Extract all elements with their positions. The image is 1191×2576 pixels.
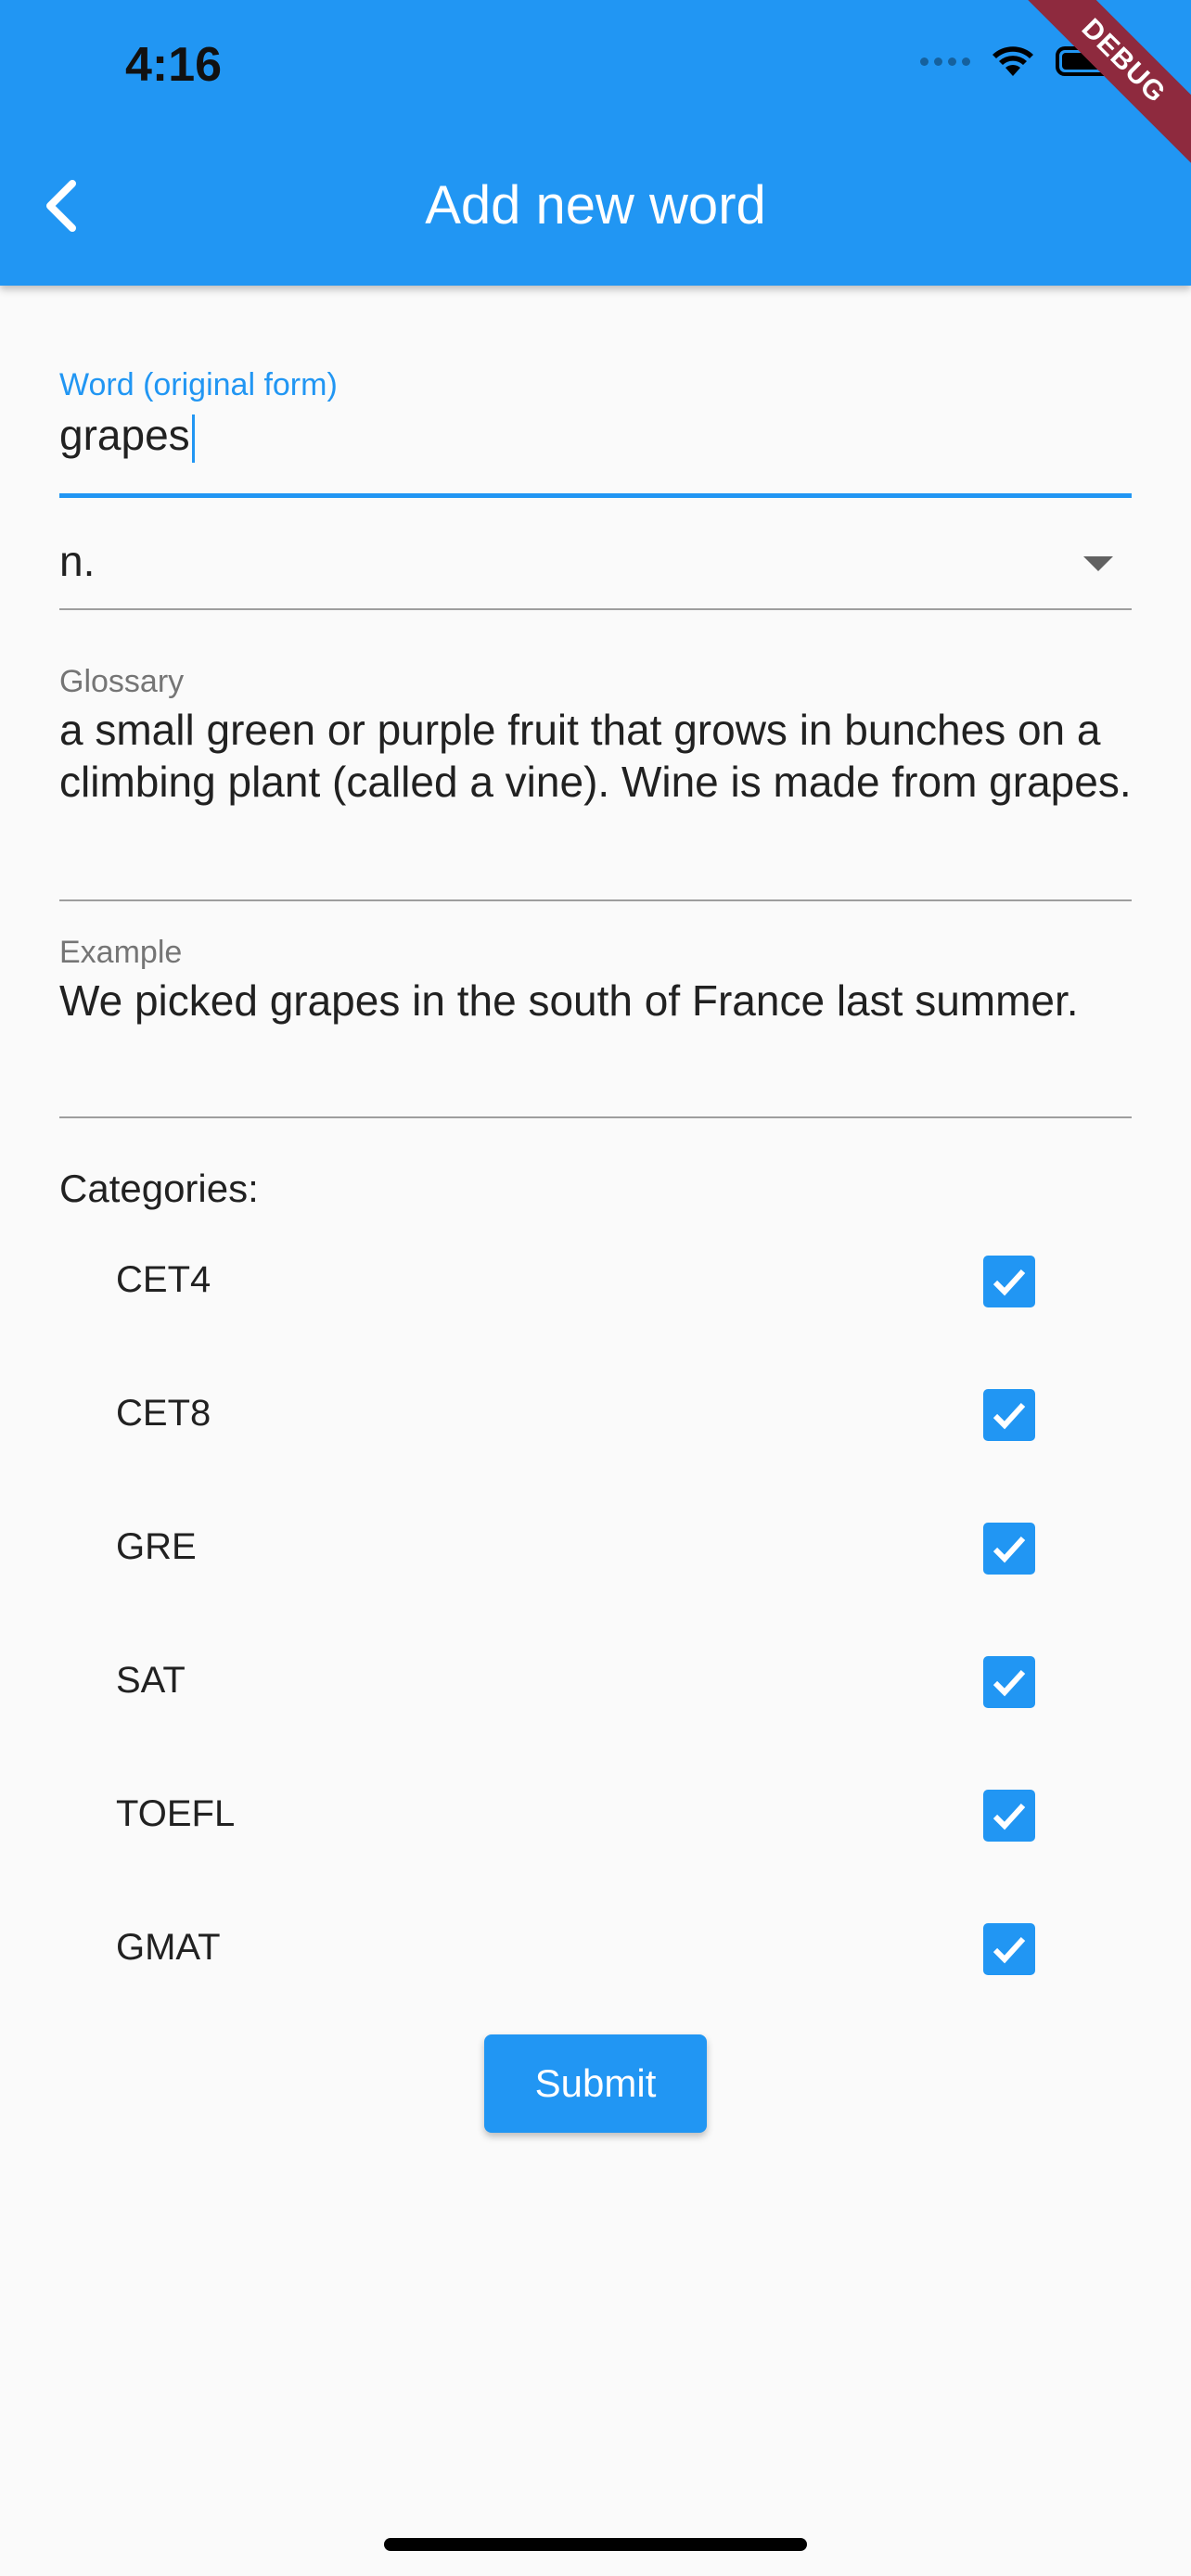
category-label: GRE bbox=[116, 1526, 197, 1567]
dropdown-underline bbox=[59, 608, 1132, 610]
category-row-sat[interactable]: SAT bbox=[0, 1615, 1191, 1749]
glossary-field-label: Glossary bbox=[59, 664, 185, 699]
category-label: GMAT bbox=[116, 1927, 221, 1968]
category-label: TOEFL bbox=[116, 1793, 236, 1834]
category-checkbox[interactable] bbox=[983, 1389, 1035, 1441]
check-icon bbox=[992, 1536, 1026, 1563]
category-label: SAT bbox=[116, 1660, 186, 1701]
page-title: Add new word bbox=[425, 175, 766, 236]
category-label: CET8 bbox=[116, 1393, 211, 1434]
categories-title: Categories: bbox=[59, 1167, 259, 1210]
example-field-underline bbox=[59, 1116, 1132, 1118]
category-row-toefl[interactable]: TOEFL bbox=[0, 1749, 1191, 1882]
word-field-underline bbox=[59, 493, 1132, 498]
category-row-gmat[interactable]: GMAT bbox=[0, 1882, 1191, 2016]
cellular-signal-icon bbox=[920, 57, 970, 66]
word-input[interactable]: grapes bbox=[59, 411, 190, 459]
example-input[interactable]: We picked grapes in the south of France … bbox=[59, 975, 1132, 1027]
category-row-gre[interactable]: GRE bbox=[0, 1482, 1191, 1615]
check-icon bbox=[992, 1936, 1026, 1964]
text-cursor bbox=[191, 414, 195, 463]
status-time: 4:16 bbox=[125, 38, 223, 92]
category-checkbox[interactable] bbox=[983, 1923, 1035, 1975]
check-icon bbox=[992, 1402, 1026, 1430]
word-field-label: Word (original form) bbox=[59, 367, 338, 402]
example-field[interactable]: Example We picked grapes in the south of… bbox=[59, 935, 1132, 1118]
dropdown-arrow-icon bbox=[1083, 556, 1113, 571]
glossary-field[interactable]: Glossary a small green or purple fruit t… bbox=[59, 664, 1132, 901]
check-icon bbox=[992, 1269, 1026, 1296]
home-indicator[interactable] bbox=[384, 2538, 807, 2551]
example-field-label: Example bbox=[59, 935, 183, 970]
category-row-cet4[interactable]: CET4 bbox=[0, 1215, 1191, 1348]
category-checkbox[interactable] bbox=[983, 1790, 1035, 1842]
submit-button[interactable]: Submit bbox=[484, 2034, 707, 2133]
category-checkbox[interactable] bbox=[983, 1256, 1035, 1307]
wifi-icon bbox=[992, 46, 1033, 76]
category-checkbox[interactable] bbox=[983, 1523, 1035, 1575]
part-of-speech-value: n. bbox=[59, 537, 96, 585]
check-icon bbox=[992, 1803, 1026, 1830]
part-of-speech-dropdown[interactable]: n. bbox=[59, 536, 1132, 610]
glossary-input[interactable]: a small green or purple fruit that grows… bbox=[59, 704, 1132, 808]
category-checkbox[interactable] bbox=[983, 1656, 1035, 1708]
check-icon bbox=[992, 1669, 1026, 1697]
word-field[interactable]: Word (original form) grapes bbox=[59, 367, 1132, 501]
app-bar: 4:16 Add new word bbox=[0, 0, 1191, 286]
category-row-cet8[interactable]: CET8 bbox=[0, 1348, 1191, 1482]
category-label: CET4 bbox=[116, 1259, 211, 1300]
glossary-field-underline bbox=[59, 899, 1132, 901]
